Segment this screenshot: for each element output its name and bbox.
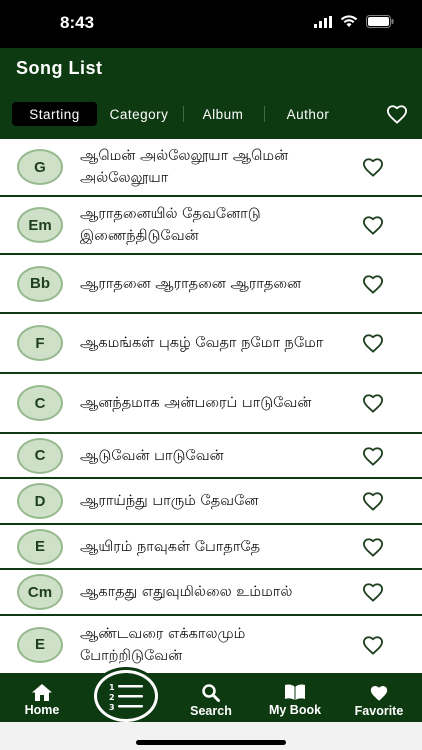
chord-badge: Cm (17, 574, 63, 610)
book-icon (285, 684, 305, 700)
song-title: ஆனந்தமாக அன்பரைப் பாடுவேன் (80, 395, 312, 411)
tab-separator (183, 106, 184, 122)
song-row[interactable]: Cm ஆகாதது எதுவுமில்லை உம்மால் (0, 570, 422, 614)
song-title: ஆராய்ந்து பாரும் தேவனே (80, 493, 259, 509)
heart-filled-icon (370, 686, 388, 701)
chord-badge: E (17, 528, 63, 565)
heart-icon[interactable] (362, 491, 384, 511)
nav-favorite[interactable]: Favorite (346, 684, 412, 718)
status-icons (314, 15, 394, 28)
tab-starting[interactable]: Starting (12, 102, 97, 126)
song-row[interactable]: F ஆகமங்கள் புகழ் வேதா நமோ நமோ (0, 314, 422, 372)
home-indicator (136, 740, 286, 745)
heart-icon[interactable] (362, 393, 384, 413)
svg-text:2: 2 (109, 693, 115, 702)
chord-badge: G (17, 149, 63, 185)
heart-icon[interactable] (362, 274, 384, 294)
tab-bar: Starting Category Album Author (0, 90, 422, 138)
song-row[interactable]: C ஆனந்தமாக அன்பரைப் பாடுவேன் (0, 374, 422, 432)
song-row[interactable]: Bb ஆராதனை ஆராதனை ஆராதனை (0, 255, 422, 312)
nav-home[interactable]: Home (20, 684, 64, 717)
home-indicator-area (0, 722, 422, 750)
song-row[interactable]: G ஆமென் அல்லேலூயா ஆமென் அல்லேலூயா (0, 139, 422, 195)
nav-mybook-label: My Book (268, 703, 322, 717)
wifi-icon (340, 15, 358, 27)
heart-icon[interactable] (362, 333, 384, 353)
bottom-nav: Home Search My Book Favorite (0, 682, 422, 722)
song-row[interactable]: D ஆராய்ந்து பாரும் தேவனே (0, 479, 422, 523)
song-row[interactable]: E ஆண்டவரை எக்காலமும் போற்றிடுவேன் (0, 616, 422, 673)
svg-text:1: 1 (109, 683, 115, 692)
chord-badge: C (17, 385, 63, 421)
chord-badge: C (17, 437, 63, 474)
center-list-button[interactable]: 1 2 3 (94, 670, 158, 722)
chord-badge: E (17, 626, 63, 663)
tab-separator (264, 106, 265, 122)
song-title: ஆராதனை ஆராதனை ஆராதனை (80, 275, 302, 292)
song-title: ஆயிரம் நாவுகள் போதாதே (80, 538, 261, 555)
song-title: ஆண்டவரை எக்காலமும் போற்றிடுவேன் (80, 625, 246, 664)
heart-icon[interactable] (362, 446, 384, 466)
heart-icon[interactable] (362, 537, 384, 557)
heart-icon[interactable] (362, 635, 384, 655)
chord-badge: D (17, 483, 63, 519)
status-bar: 8:43 (0, 0, 422, 48)
tab-album[interactable]: Album (190, 102, 256, 126)
song-title: ஆராதனையில் தேவனோடு இணைந்திடுவேன் (80, 206, 261, 244)
home-icon (32, 684, 52, 701)
song-row[interactable]: C ஆடுவேன் பாடுவேன் (0, 434, 422, 477)
song-row[interactable]: Em ஆராதனையில் தேவனோடு இணைந்திடுவேன் (0, 197, 422, 253)
song-title: ஆடுவேன் பாடுவேன் (80, 447, 224, 464)
search-icon (202, 684, 220, 702)
nav-mybook[interactable]: My Book (262, 684, 328, 717)
song-title: ஆகாதது எதுவுமில்லை உம்மால் (80, 584, 293, 600)
favorites-heart-icon[interactable] (386, 104, 408, 124)
chord-badge: Em (17, 207, 63, 243)
nav-search-label: Search (190, 704, 232, 718)
status-time: 8:43 (60, 13, 95, 32)
song-title: ஆகமங்கள் புகழ் வேதா நமோ நமோ (80, 335, 324, 351)
nav-home-label: Home (24, 703, 60, 717)
battery-icon (366, 15, 394, 28)
nav-favorite-label: Favorite (354, 704, 404, 718)
heart-icon[interactable] (362, 157, 384, 177)
song-list: G ஆமென் அல்லேலூயா ஆமென் அல்லேலூயா Em ஆரா… (0, 138, 422, 682)
chord-badge: Bb (17, 265, 63, 302)
app-header: Song List (0, 48, 422, 90)
song-row[interactable]: E ஆயிரம் நாவுகள் போதாதே (0, 525, 422, 568)
heart-icon[interactable] (362, 582, 384, 602)
numbered-list-icon: 1 2 3 (109, 683, 143, 711)
tab-author[interactable]: Author (272, 102, 344, 126)
signal-icon (314, 15, 332, 28)
svg-text:3: 3 (109, 703, 115, 711)
heart-icon[interactable] (362, 215, 384, 235)
page-title: Song List (16, 58, 103, 78)
tab-category[interactable]: Category (100, 102, 178, 126)
chord-badge: F (17, 325, 63, 361)
song-title: ஆமென் அல்லேலூயா ஆமென் அல்லேலூயா (80, 148, 289, 186)
nav-search[interactable]: Search (182, 684, 240, 718)
